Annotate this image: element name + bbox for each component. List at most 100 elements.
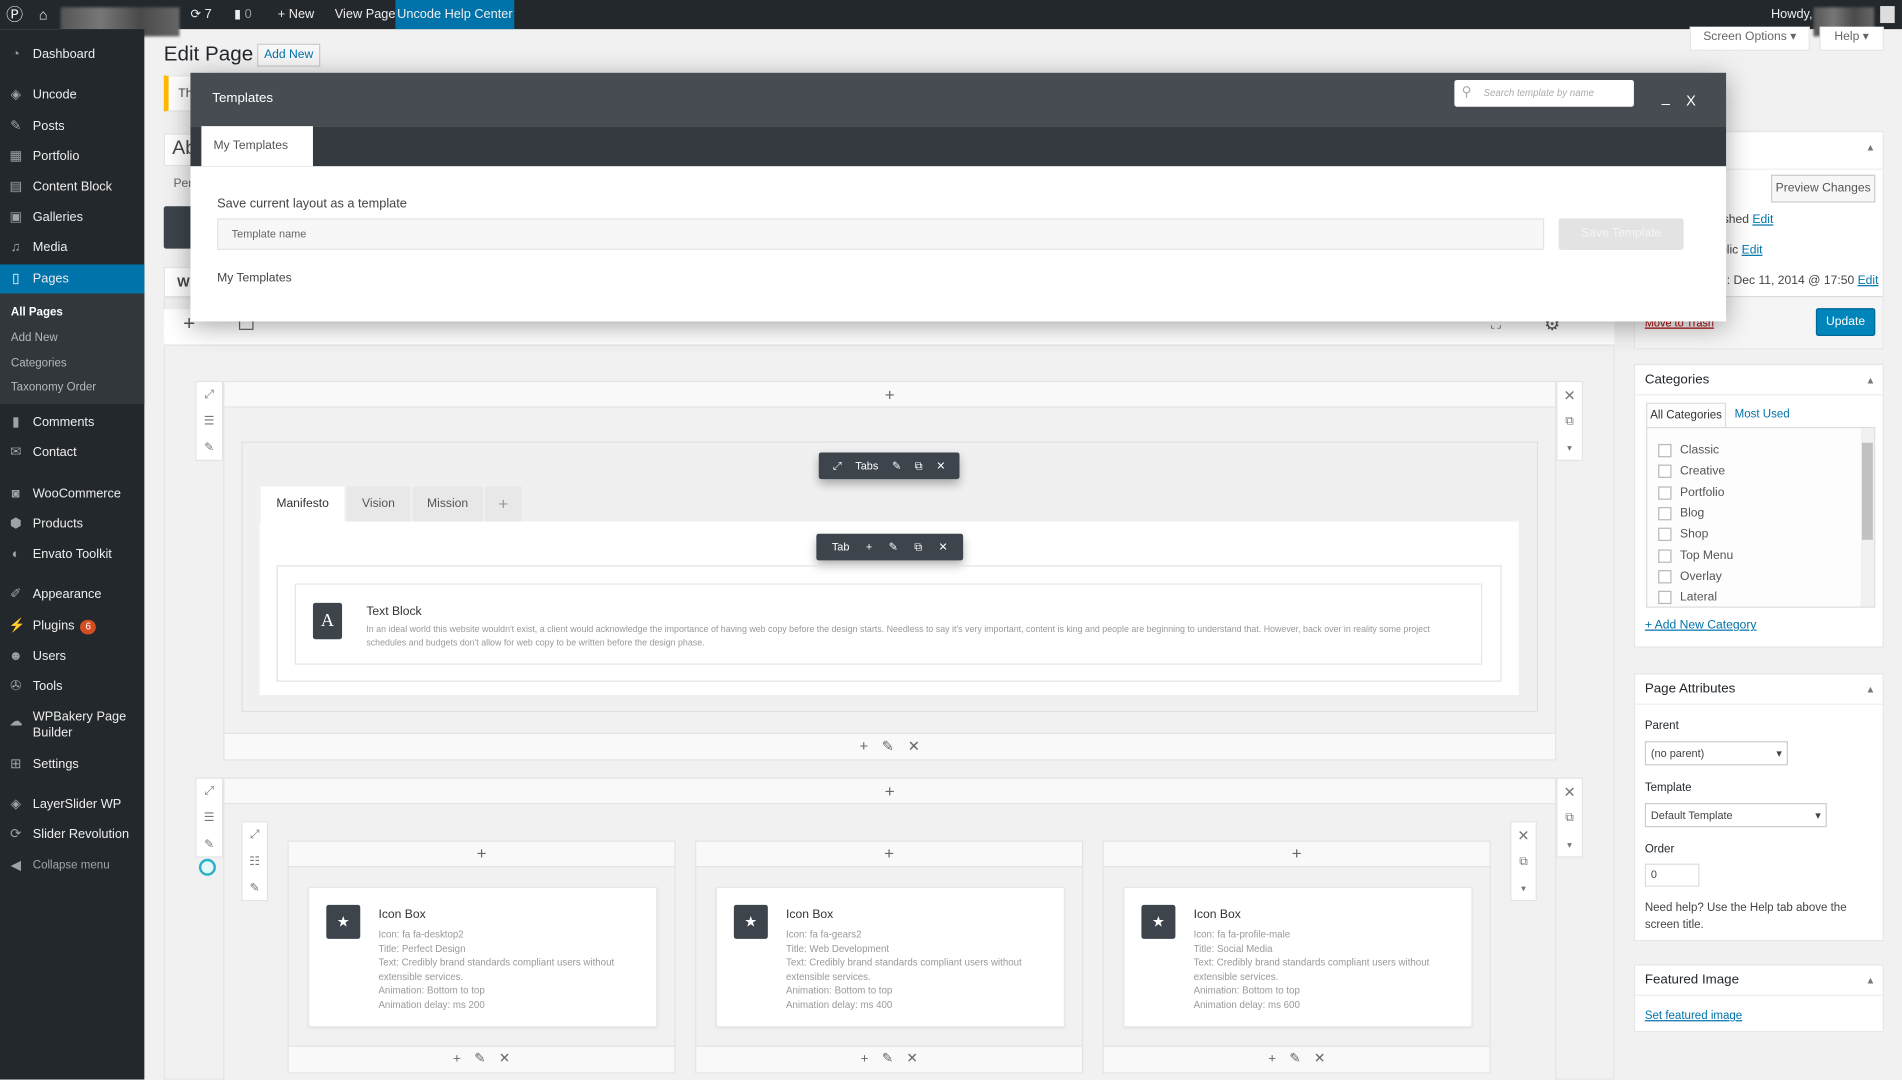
plus-icon[interactable]: + [860,738,869,755]
submenu-item[interactable]: All Pages [0,302,144,324]
view-page-link[interactable]: View Page [335,0,396,29]
column-add-top[interactable]: + [1103,841,1490,868]
scrollbar-thumb[interactable] [1861,442,1873,540]
sidebar-item-tools[interactable]: ✇ Tools [0,674,144,698]
avatar[interactable] [1880,6,1895,24]
chevron-down-icon[interactable]: ▾ [1511,876,1535,903]
icon-box[interactable]: ★ Icon Box Icon: fa fa-gears2 Title: Web … [715,886,1066,1028]
sidebar-item-wpbakery-page[interactable]: ☁ WPBakery Page Builder [0,710,144,744]
add-new-button[interactable]: Add New [257,43,321,67]
sidebar-item-products[interactable]: ⬢ Products [0,512,144,536]
update-button[interactable]: Update [1815,308,1876,337]
move-icon[interactable]: ⤢ [197,382,222,409]
wordpress-logo-icon[interactable]: Ⓟ [6,0,23,29]
category-checkbox[interactable] [1658,443,1672,458]
text-block[interactable]: A Text Block In an ideal world this webs… [294,583,1483,665]
column-add-top[interactable]: + [288,841,675,868]
close-icon[interactable]: ✕ [906,1052,917,1067]
preview-changes-button[interactable]: Preview Changes [1770,174,1876,203]
sidebar-item-portfolio[interactable]: ▦ Portfolio [0,144,144,168]
plus-icon[interactable]: + [453,1052,461,1067]
row-add-top[interactable]: + [223,380,1557,408]
move-icon[interactable]: ⤢ [243,822,267,849]
sidebar-item-contact[interactable]: ✉ Contact [0,440,144,464]
category-checkbox[interactable] [1658,569,1672,584]
home-icon[interactable]: ⌂ [39,0,48,29]
pencil-icon[interactable]: ✎ [892,459,901,472]
sidebar-item-content-block[interactable]: ▤ Content Block [0,175,144,199]
clone-icon[interactable]: ⧉ [914,540,922,553]
layout-lines-icon[interactable]: ☰ [197,409,222,436]
close-icon[interactable]: ✕ [499,1052,510,1067]
clone-icon[interactable]: ⧉ [1511,849,1535,876]
add-new-category-link[interactable]: + Add New Category [1645,619,1757,632]
move-icon[interactable]: ⤢ [197,779,222,806]
pencil-icon[interactable]: ✎ [1289,1052,1300,1067]
minimize-button[interactable]: _ [1662,89,1670,106]
comments-link[interactable]: ▮ 0 [234,0,252,29]
icon-box[interactable]: ★ Icon Box Icon: fa fa-desktop2 Title: Pe… [308,886,658,1028]
sidebar-item-media[interactable]: ♫ Media [0,235,144,259]
columns-icon[interactable]: ☷ [243,849,267,876]
chevron-down-icon[interactable]: ▾ [1557,435,1581,462]
close-icon[interactable]: ✕ [1511,822,1535,849]
sidebar-item-galleries[interactable]: ▣ Galleries [0,205,144,229]
sidebar-item-collapse-menu[interactable]: ◀ Collapse menu [0,854,144,878]
add-tab-button[interactable]: + [485,486,522,522]
pencil-icon[interactable]: ✎ [882,738,894,755]
icon-box[interactable]: ★ Icon Box Icon: fa fa-profile-male Title… [1123,886,1473,1028]
new-link[interactable]: + New [278,0,314,29]
collapse-arrow-icon[interactable]: ▲ [1866,975,1876,986]
clone-icon[interactable]: ⧉ [1557,805,1581,832]
sidebar-item-envato-toolkit[interactable]: ◐ Envato Toolkit [0,542,144,566]
clone-icon[interactable]: ⧉ [1557,409,1581,436]
chevron-down-icon[interactable]: ▾ [1557,832,1581,859]
sidebar-item-comments[interactable]: ▮ Comments [0,410,144,434]
category-checkbox[interactable] [1658,506,1672,521]
collapse-arrow-icon[interactable]: ▲ [1866,375,1876,386]
close-icon[interactable]: ✕ [938,540,947,553]
help-button[interactable]: Help ▾ [1819,26,1884,51]
screen-options-button[interactable]: Screen Options ▾ [1689,26,1810,51]
pencil-icon[interactable]: ✎ [243,876,267,903]
pencil-icon[interactable]: ✎ [197,435,222,462]
plus-icon[interactable]: + [866,541,872,553]
parent-select[interactable]: (no parent) ▾ [1644,741,1788,766]
tab-mission[interactable]: Mission [412,486,483,522]
sidebar-item-pages[interactable]: ▯ Pages [0,267,144,291]
pencil-icon[interactable]: ✎ [889,540,898,553]
template-search-input[interactable]: ⚲ Search template by name [1454,80,1634,107]
sidebar-item-woocommerce[interactable]: ◙ WooCommerce [0,482,144,506]
column-add-top[interactable]: + [696,841,1082,868]
tab-most-used[interactable]: Most Used [1735,408,1790,421]
tab-vision[interactable]: Vision [346,486,410,522]
pencil-icon[interactable]: ✎ [882,1052,893,1067]
sidebar-item-plugins[interactable]: ⚡ Plugins 6 [0,614,144,638]
status-edit-link[interactable]: Edit [1752,213,1773,226]
category-checkbox[interactable] [1658,548,1672,563]
tab-manifesto[interactable]: Manifesto [260,486,345,522]
clone-icon[interactable]: ⧉ [915,459,923,472]
row-add-top[interactable]: + [223,777,1557,805]
close-icon[interactable]: ✕ [1557,779,1581,806]
pencil-icon[interactable]: ✎ [197,832,222,859]
category-checkbox[interactable] [1658,485,1672,500]
close-icon[interactable]: ✕ [936,459,945,472]
collapse-arrow-icon[interactable]: ▲ [1866,142,1876,153]
category-checkbox[interactable] [1658,590,1672,605]
category-checkbox[interactable] [1658,464,1672,479]
updates-link[interactable]: ⟳ 7 [190,0,211,29]
category-checkbox[interactable] [1658,527,1672,542]
scrollbar[interactable] [1860,428,1875,607]
sidebar-item-uncode[interactable]: ◈ Uncode [0,82,144,106]
plus-icon[interactable]: + [861,1052,869,1067]
close-icon[interactable]: ✕ [1314,1052,1325,1067]
sidebar-item-posts[interactable]: ✎ Posts [0,114,144,138]
template-name-input[interactable]: Template name [217,218,1545,250]
template-select[interactable]: Default Template ▾ [1644,803,1827,828]
sidebar-item-users[interactable]: ☻ Users [0,644,144,668]
plus-icon[interactable]: + [1268,1052,1276,1067]
submenu-item[interactable]: Categories [0,353,144,375]
help-center-link[interactable]: Uncode Help Center [395,0,515,30]
pencil-icon[interactable]: ✎ [474,1052,485,1067]
